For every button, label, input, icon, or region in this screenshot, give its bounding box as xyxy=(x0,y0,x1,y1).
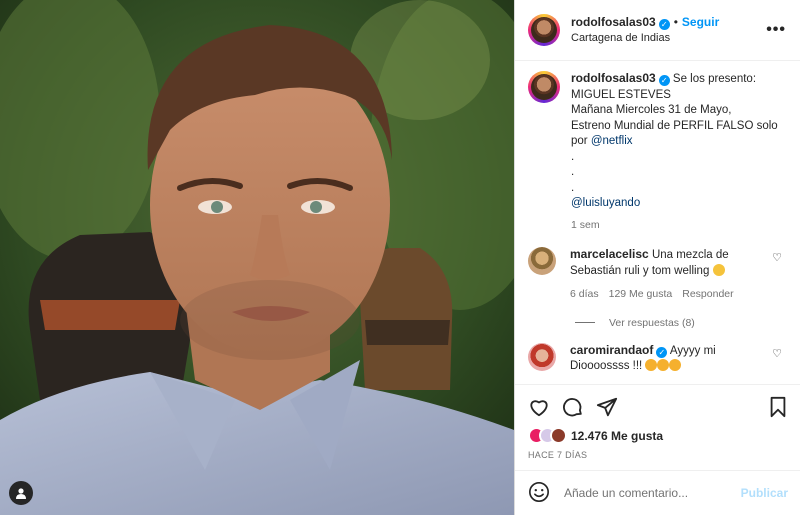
comment-username[interactable]: caromirandaof xyxy=(570,343,653,357)
post-location[interactable]: Cartagena de Indias xyxy=(571,30,766,46)
grimacing-emoji-icon xyxy=(712,263,725,276)
follow-button[interactable]: Seguir xyxy=(682,15,719,29)
comment-icon[interactable] xyxy=(562,396,584,418)
caption-body: rodolfosalas03 ✓ Se los presento: MIGUEL … xyxy=(571,71,786,233)
author-username[interactable]: rodolfosalas03 xyxy=(571,15,656,29)
heart-eyes-emoji-icon xyxy=(669,359,682,371)
post-actions: 12.476 Me gusta HACE 7 DÍAS xyxy=(515,384,800,460)
author-avatar-photo xyxy=(531,17,557,43)
liker-avatars xyxy=(528,427,567,444)
header-separator: • xyxy=(673,15,678,29)
more-options-icon[interactable]: ••• xyxy=(766,21,786,39)
likes-count[interactable]: 12.476 Me gusta xyxy=(571,429,663,443)
user-icon xyxy=(16,488,26,499)
view-replies-button[interactable]: Ver respuestas (8) xyxy=(575,317,786,329)
post-header: rodolfosalas03 ✓ • Seguir Cartagena de Indi… xyxy=(515,0,800,61)
action-bar xyxy=(528,393,788,421)
replies-line xyxy=(575,322,595,323)
comment-body: marcelacelisc Una mezcla de Sebastián ru… xyxy=(570,247,764,303)
comment-username[interactable]: marcelacelisc xyxy=(570,247,649,261)
caption-avatar[interactable] xyxy=(528,71,560,103)
mention-netflix[interactable]: @netflix xyxy=(591,135,633,147)
caption-time: 1 sem xyxy=(571,218,600,231)
mention-luisluyando[interactable]: @luisluyando xyxy=(571,197,640,209)
heart-eyes-emoji-icon xyxy=(645,359,658,371)
comment-body: caromirandaof ✓ Ayyyy mi Dioooossss !!! xyxy=(570,343,764,375)
caption-username[interactable]: rodolfosalas03 xyxy=(571,71,656,85)
comment-likes[interactable]: 129 Me gusta xyxy=(609,287,673,303)
emoji-icon[interactable] xyxy=(528,481,550,506)
liker-avatar xyxy=(550,427,567,444)
author-info: rodolfosalas03 ✓ • Seguir Cartagena de Indi… xyxy=(571,14,766,46)
caption-avatar-photo xyxy=(531,74,557,100)
comment-avatar[interactable] xyxy=(528,342,556,371)
portrait-image xyxy=(0,0,514,515)
comment-avatar[interactable] xyxy=(528,247,556,275)
post-photo[interactable] xyxy=(0,0,514,515)
bookmark-icon[interactable] xyxy=(768,396,788,418)
verified-badge-icon: ✓ xyxy=(656,346,668,358)
publish-button[interactable]: Publicar xyxy=(741,486,788,500)
comment-like-heart-icon[interactable]: ♡ xyxy=(772,251,782,264)
heart-eyes-emoji-icon xyxy=(657,359,670,371)
author-avatar[interactable] xyxy=(528,14,560,46)
caption: rodolfosalas03 ✓ Se los presento: MIGUEL … xyxy=(528,71,786,233)
comment-input[interactable] xyxy=(564,486,741,500)
share-icon[interactable] xyxy=(596,396,618,418)
caption-dots: . . . xyxy=(571,150,575,194)
user-tag-button[interactable] xyxy=(9,481,33,505)
view-replies-label: Ver respuestas (8) xyxy=(609,316,695,329)
add-comment-bar: Publicar xyxy=(515,470,800,515)
comment-time: 6 días xyxy=(570,288,599,300)
post-date: HACE 7 DÍAS xyxy=(528,450,588,460)
comment-item: marcelacelisc Una mezcla de Sebastián ru… xyxy=(528,247,786,303)
heart-icon[interactable] xyxy=(528,396,550,418)
comment-like-heart-icon[interactable]: ♡ xyxy=(772,347,782,360)
reply-button[interactable]: Responder xyxy=(682,287,733,303)
post-side-panel: rodolfosalas03 ✓ • Seguir Cartagena de Indi… xyxy=(514,0,800,515)
comments-section[interactable]: rodolfosalas03 ✓ Se los presento: MIGUEL … xyxy=(515,61,800,384)
comment-item: caromirandaof ✓ Ayyyy mi Dioooossss !!! ♡ xyxy=(528,342,786,375)
instagram-post-modal: rodolfosalas03 ✓ • Seguir Cartagena de Indi… xyxy=(0,0,800,515)
likes-summary[interactable]: 12.476 Me gusta xyxy=(528,427,788,444)
verified-badge-icon: ✓ xyxy=(658,75,670,86)
verified-badge-icon: ✓ xyxy=(658,19,670,30)
